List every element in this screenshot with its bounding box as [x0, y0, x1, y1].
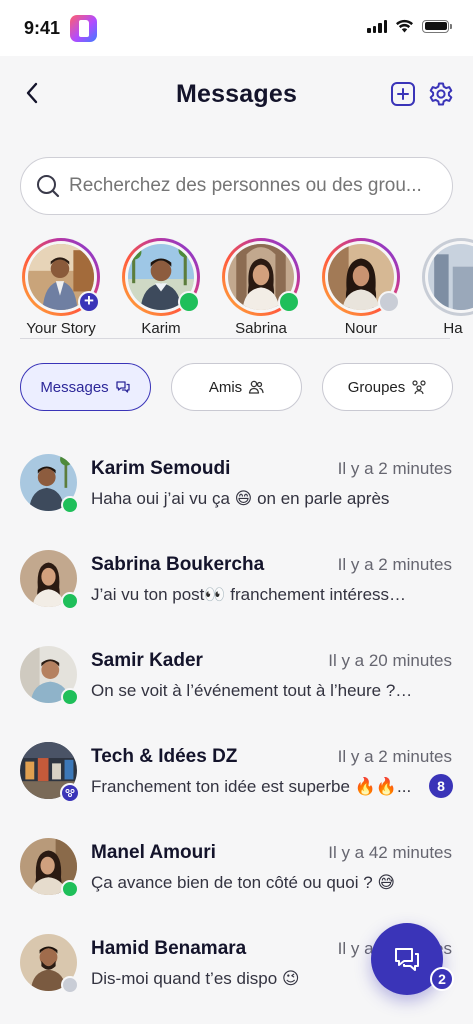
online-status-dot [61, 688, 79, 706]
status-indicators [367, 19, 452, 33]
conversation-name: Hamid Benamara [91, 938, 247, 959]
conversation-item[interactable]: Karim Semoudi Il y a 2 minutes Haha oui … [0, 434, 473, 530]
status-bar: 9:41 [0, 0, 473, 56]
stories-row: + Your Story Karim Sabrina Nour Ha [0, 236, 473, 340]
conversation-preview: On se voit à l’événement tout à l’heure … [91, 681, 413, 700]
tab-groupes[interactable]: Groupes [322, 363, 453, 411]
compose-button[interactable] [390, 81, 416, 107]
conversation-time: Il y a 2 minutes [337, 555, 452, 574]
conversation-preview: Dis-moi quand t’es dispo 😉 [91, 969, 300, 988]
filter-tabs: Messages Amis Groupes [20, 363, 453, 411]
chat-plus-icon [395, 948, 419, 971]
tab-label: Messages [40, 378, 109, 396]
add-story-icon[interactable]: + [78, 291, 100, 313]
conversation-item[interactable]: Samir Kader Il y a 20 minutes On se voit… [0, 626, 473, 722]
story-nour[interactable]: Nour [315, 236, 407, 340]
chat-bubbles-icon [116, 381, 130, 393]
story-name: Sabrina [235, 320, 287, 337]
conversation-item[interactable]: Manel Amouri Il y a 42 minutes Ça avance… [0, 818, 473, 914]
conversation-time: Il y a 42 minutes [328, 843, 452, 862]
conversation-name: Sabrina Boukercha [91, 554, 265, 575]
story-your-story[interactable]: + Your Story [15, 236, 107, 340]
cellular-signal-icon [367, 19, 387, 33]
story-name: Karim [141, 320, 181, 337]
avatar [428, 244, 473, 310]
status-time: 9:41 [24, 18, 61, 38]
search-input[interactable] [69, 175, 439, 197]
story-name: Ha [443, 320, 463, 337]
header: Messages [0, 56, 473, 136]
online-status-dot [61, 496, 79, 514]
story-name: Your Story [26, 320, 96, 337]
group-icon [412, 380, 426, 395]
search-icon [37, 175, 60, 198]
search-bar[interactable] [20, 157, 453, 215]
tab-messages[interactable]: Messages [20, 363, 151, 411]
conversation-preview: J’ai vu ton post👀 franchement intéressan… [91, 585, 413, 604]
online-status-dot [178, 291, 200, 313]
wifi-icon [396, 19, 413, 33]
app-logo-icon [70, 15, 97, 42]
conversation-name: Manel Amouri [91, 842, 216, 863]
users-icon [249, 380, 264, 394]
conversation-time: Il y a 2 minutes [337, 459, 452, 478]
online-status-dot [278, 291, 300, 313]
story-sabrina[interactable]: Sabrina [215, 236, 307, 340]
tab-label: Groupes [347, 378, 406, 396]
conversation-preview: Haha oui j’ai vu ça 😄 on en parle après [91, 489, 390, 508]
offline-status-dot [61, 976, 79, 994]
divider [20, 338, 450, 339]
group-badge-icon [60, 783, 80, 803]
conversation-item[interactable]: Sabrina Boukercha Il y a 2 minutes J’ai … [0, 530, 473, 626]
offline-status-dot [378, 291, 400, 313]
tab-label: Amis [208, 378, 243, 396]
conversation-name: Tech & Idées DZ [91, 746, 238, 767]
story-karim[interactable]: Karim [115, 236, 207, 340]
unread-count-badge: 8 [429, 774, 453, 798]
conversation-preview: Franchement ton idée est superbe 🔥🔥... [91, 777, 412, 796]
tab-amis[interactable]: Amis [171, 363, 302, 411]
conversation-time: Il y a 2 minutes [337, 747, 452, 766]
online-status-dot [61, 880, 79, 898]
conversation-item[interactable]: Tech & Idées DZ Il y a 2 minutes Franche… [0, 722, 473, 818]
story-ha[interactable]: Ha [415, 236, 473, 340]
fab-badge: 2 [430, 967, 454, 991]
conversation-time: Il y a 20 minutes [328, 651, 452, 670]
online-status-dot [61, 592, 79, 610]
battery-icon [422, 19, 452, 33]
settings-gear-icon[interactable] [428, 81, 454, 107]
conversation-name: Samir Kader [91, 650, 203, 671]
conversation-name: Karim Semoudi [91, 458, 231, 479]
conversation-preview: Ça avance bien de ton côté ou quoi ? 😅 [91, 873, 396, 892]
